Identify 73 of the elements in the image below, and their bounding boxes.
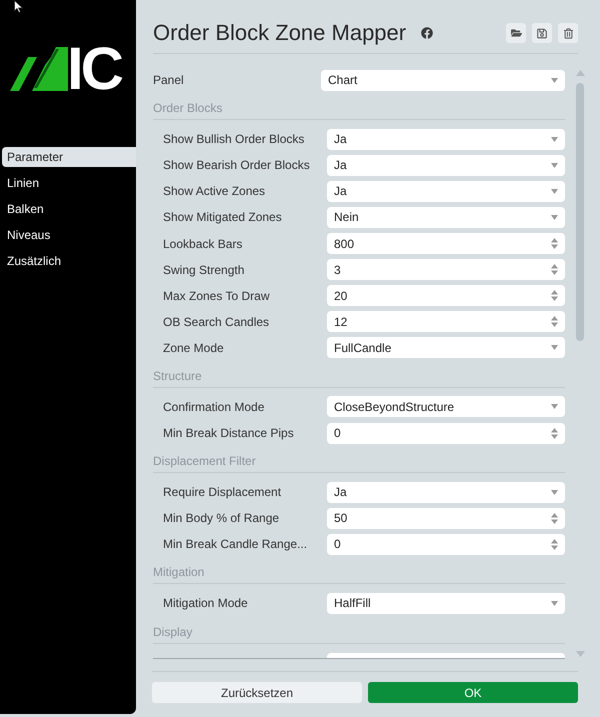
field-label: Panel: [153, 72, 185, 90]
field-label: Show Active Zones: [163, 183, 266, 200]
select-field[interactable]: Ja: [327, 180, 565, 202]
clipped-field[interactable]: [327, 652, 565, 658]
select-field[interactable]: Ja: [327, 128, 565, 150]
cursor-icon: [14, 0, 24, 13]
ok-button[interactable]: OK: [368, 682, 578, 703]
spinner-icon[interactable]: [551, 316, 558, 328]
field-label: Lookback Bars: [163, 236, 244, 253]
field-label: Swing Strength: [163, 262, 246, 279]
delete-button[interactable]: [558, 23, 578, 43]
field-label: Min Break Distance Pips: [163, 425, 295, 442]
number-field[interactable]: 800: [327, 233, 565, 254]
caret-down-icon: [551, 214, 558, 220]
open-folder-button[interactable]: [506, 23, 526, 43]
select-field[interactable]: HalfFill: [327, 592, 565, 614]
number-field[interactable]: 12: [327, 311, 565, 332]
select-field[interactable]: FullCandle: [327, 337, 565, 358]
sidebar-item[interactable]: Linien: [2, 173, 136, 193]
caret-down-icon: [551, 136, 558, 142]
field-label: Show Mitigated Zones: [163, 209, 283, 226]
scrollbar-thumb[interactable]: [576, 83, 584, 341]
spinner-icon[interactable]: [551, 428, 558, 439]
field-label: Show Bullish Order Blocks: [163, 131, 306, 148]
save-button[interactable]: [532, 23, 552, 43]
facebook-icon[interactable]: [421, 27, 434, 39]
spinner-icon[interactable]: [551, 238, 558, 250]
section-heading: Mitigation: [153, 564, 206, 580]
field-label: Min Break Candle Range...: [163, 536, 308, 554]
number-field[interactable]: 0: [327, 534, 565, 555]
select-field[interactable]: Ja: [327, 154, 565, 176]
section-heading: Order Blocks: [153, 100, 224, 116]
folder-icon: [510, 28, 522, 38]
select-field[interactable]: Nein: [327, 206, 565, 228]
field-label: Max Zones To Draw: [163, 288, 270, 305]
number-field[interactable]: 3: [327, 259, 565, 280]
field-label: Mitigation Mode: [163, 595, 249, 612]
section-heading: Structure: [153, 368, 203, 384]
logo-text: IC: [67, 47, 121, 91]
sidebar-item[interactable]: Balken: [2, 199, 136, 219]
caret-down-icon: [551, 162, 558, 168]
spinner-icon[interactable]: [551, 512, 558, 524]
section-heading: Displacement Filter: [153, 453, 257, 470]
number-field[interactable]: 50: [327, 508, 565, 529]
field-label: Zone Mode: [163, 340, 225, 357]
field-label: Min Body % of Range: [163, 510, 280, 528]
select-field[interactable]: Chart: [321, 70, 565, 91]
caret-down-icon: [551, 78, 558, 83]
spinner-icon[interactable]: [551, 538, 558, 550]
caret-down-icon: [551, 600, 558, 606]
field-label: Show Bearish Order Blocks: [163, 157, 311, 174]
select-field[interactable]: CloseBeyondStructure: [327, 396, 565, 418]
sidebar-item[interactable]: Niveaus: [2, 225, 136, 245]
save-icon: [537, 28, 547, 38]
spinner-icon[interactable]: [551, 264, 558, 276]
caret-down-icon: [551, 490, 558, 495]
section-heading: Display: [153, 624, 194, 640]
sidebar-item[interactable]: Parameter: [2, 147, 136, 167]
window-title: Order Block Zone Mapper: [153, 20, 406, 46]
field-label: OB Search Candles: [163, 314, 270, 331]
field-label: Require Displacement: [163, 484, 282, 502]
caret-down-icon: [551, 404, 558, 410]
sidebar-item[interactable]: Zusätzlich: [2, 251, 136, 271]
number-field[interactable]: 0: [327, 422, 565, 444]
caret-down-icon: [551, 188, 558, 194]
number-field[interactable]: 20: [327, 285, 565, 306]
select-field[interactable]: Ja: [327, 482, 565, 503]
caret-down-icon: [551, 345, 558, 350]
reset-button[interactable]: Zurücksetzen: [152, 682, 362, 703]
field-label: Confirmation Mode: [163, 398, 266, 416]
trash-icon: [564, 28, 572, 38]
logo-mark-icon: [10, 47, 68, 91]
spinner-icon[interactable]: [551, 290, 558, 302]
